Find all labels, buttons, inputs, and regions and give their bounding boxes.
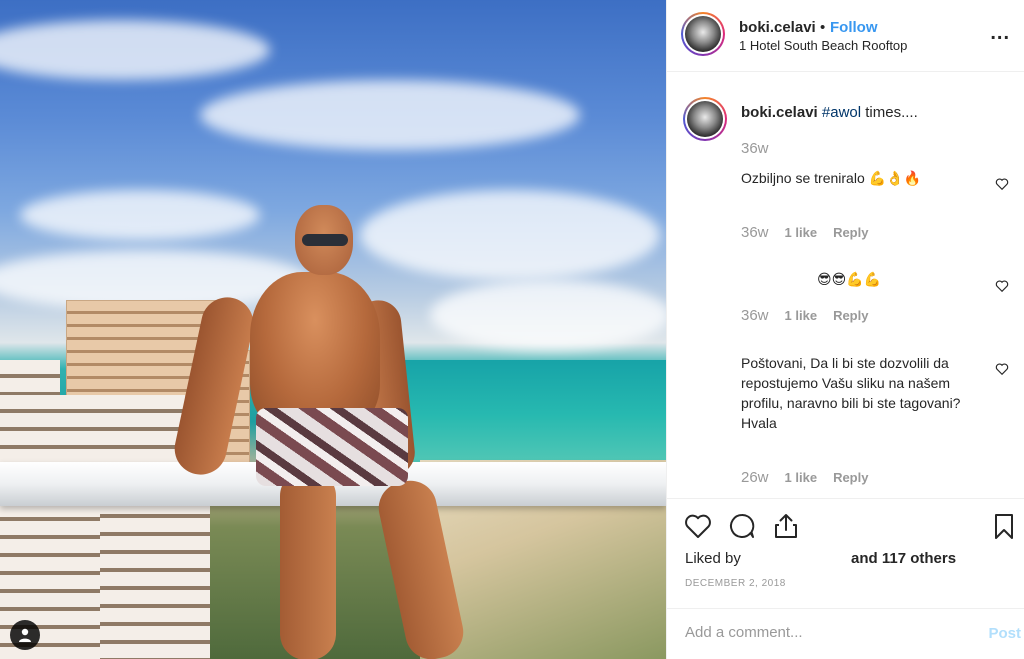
comment-reply-button[interactable]: Reply [833,225,868,240]
comment-meta: 26w 1 like Reply [741,469,868,486]
comment-like-icon[interactable] [995,279,1009,293]
post-sidebar: boki.celavi • Follow 1 Hotel South Beach… [666,0,1024,659]
caption-hashtag[interactable]: #awol [822,104,861,121]
cloud [360,190,660,280]
cloud [430,280,666,350]
share-icon[interactable] [771,511,801,541]
sunglasses [302,234,348,246]
likes-count-link[interactable]: and 117 others [851,550,956,567]
comment-like-icon[interactable] [995,362,1009,376]
caption-username[interactable]: boki.celavi [741,104,818,121]
comment-reply-button[interactable]: Reply [833,470,868,485]
bookmark-icon[interactable] [989,511,1019,541]
comment-likes[interactable]: 1 like [785,225,818,240]
comment-reply-button[interactable]: Reply [833,308,868,323]
location-link[interactable]: 1 Hotel South Beach Rooftop [739,38,907,53]
comment-likes[interactable]: 1 like [785,470,818,485]
person-leg [280,470,336,659]
username-link[interactable]: boki.celavi [739,19,816,36]
liked-by-label: Liked by [685,550,741,567]
user-tag-icon [19,628,31,642]
post-photo[interactable] [0,0,666,659]
add-comment-input[interactable] [685,624,955,641]
comment-likes[interactable]: 1 like [785,308,818,323]
separator-dot: • [820,19,826,36]
comment-text: 😎😎💪💪 [817,271,882,287]
post-actions: Liked by and 117 others DECEMBER 2, 2018 [667,498,1024,608]
swim-shorts [256,408,408,486]
avatar-image [687,101,723,137]
caption-timestamp[interactable]: 36w [741,140,769,157]
avatar[interactable] [681,12,725,56]
follow-button[interactable]: Follow [830,19,878,36]
add-comment-bar: Post [667,608,1024,659]
more-options-button[interactable]: ... [990,22,1010,45]
comment-text: Poštovani, Da li bi ste dozvolili da rep… [741,355,961,431]
cloud [20,190,260,240]
user-tag-button[interactable] [10,620,40,650]
caption: boki.celavi #awol times.... [741,104,918,121]
caption-avatar[interactable] [683,97,727,141]
comment-like-icon[interactable] [995,177,1009,191]
comments-list[interactable]: boki.celavi #awol times.... 36w Ozbiljno… [667,73,1024,498]
comment-meta: 36w 1 like Reply [741,307,868,324]
heart-icon[interactable] [683,511,713,541]
comment-text: Ozbiljno se treniralo 💪👌🔥 [741,170,921,186]
comment-timestamp[interactable]: 36w [741,307,769,324]
building [100,500,210,659]
post-date[interactable]: DECEMBER 2, 2018 [685,578,786,589]
cloud [200,80,580,150]
building [0,360,60,400]
comment-meta: 36w 1 like Reply [741,224,868,241]
comment-timestamp[interactable]: 26w [741,469,769,486]
post-header: boki.celavi • Follow 1 Hotel South Beach… [667,0,1024,72]
caption-text: times.... [861,104,918,121]
post-comment-button[interactable]: Post [988,625,1021,642]
cloud [0,20,270,80]
avatar-image [685,16,721,52]
comment-timestamp[interactable]: 36w [741,224,769,241]
comment-icon[interactable] [727,511,757,541]
